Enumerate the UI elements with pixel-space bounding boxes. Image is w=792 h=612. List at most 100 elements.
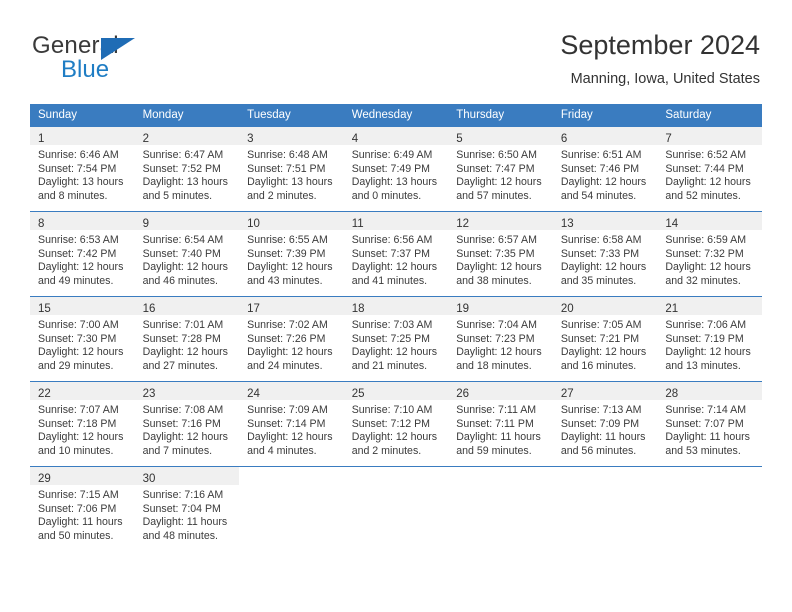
day-cell[interactable]: 26 Sunrise: 7:11 AM Sunset: 7:11 PM Dayl…	[448, 381, 553, 467]
day-number: 7	[665, 133, 672, 145]
day-cell[interactable]: 29 Sunrise: 7:15 AM Sunset: 7:06 PM Dayl…	[30, 466, 135, 551]
sunset-text: Sunset: 7:07 PM	[665, 417, 744, 430]
weekday-header-row: Sunday Monday Tuesday Wednesday Thursday…	[30, 104, 762, 127]
day-cell[interactable]: 19 Sunrise: 7:04 AM Sunset: 7:23 PM Dayl…	[448, 296, 553, 382]
day-number: 27	[560, 388, 574, 400]
day-cell[interactable]: 21 Sunrise: 7:06 AM Sunset: 7:19 PM Dayl…	[657, 296, 762, 382]
day-cell[interactable]: 24 Sunrise: 7:09 AM Sunset: 7:14 PM Dayl…	[239, 381, 344, 467]
sunrise-text: Sunrise: 7:01 AM	[142, 319, 224, 331]
day-cell[interactable]: 17 Sunrise: 7:02 AM Sunset: 7:26 PM Dayl…	[239, 296, 344, 382]
daylight-text-line1: Daylight: 13 hours	[38, 176, 124, 189]
day-cell[interactable]: 3 Sunrise: 6:48 AM Sunset: 7:51 PM Dayli…	[239, 126, 344, 212]
day-number-band: 16	[134, 297, 240, 315]
sunrise-text: Sunrise: 7:10 AM	[351, 404, 433, 416]
day-cell[interactable]: 13 Sunrise: 6:58 AM Sunset: 7:33 PM Dayl…	[552, 211, 658, 297]
daylight-text-line2: and 16 minutes.	[560, 359, 637, 372]
day-cell[interactable]: 8 Sunrise: 6:53 AM Sunset: 7:42 PM Dayli…	[30, 211, 135, 297]
day-number-band	[343, 467, 449, 485]
sunset-text: Sunset: 7:52 PM	[142, 162, 221, 175]
day-cell[interactable]: 10 Sunrise: 6:55 AM Sunset: 7:39 PM Dayl…	[239, 211, 344, 297]
day-cell[interactable]: 27 Sunrise: 7:13 AM Sunset: 7:09 PM Dayl…	[552, 381, 658, 467]
day-cell[interactable]: 28 Sunrise: 7:14 AM Sunset: 7:07 PM Dayl…	[657, 381, 762, 467]
sunset-text: Sunset: 7:09 PM	[560, 417, 640, 430]
day-cell[interactable]: 18 Sunrise: 7:03 AM Sunset: 7:25 PM Dayl…	[343, 296, 449, 382]
day-cell[interactable]: 11 Sunrise: 6:56 AM Sunset: 7:37 PM Dayl…	[343, 211, 449, 297]
day-number: 29	[38, 473, 51, 485]
calendar-page: General Blue September 2024 Manning, Iow…	[0, 0, 792, 612]
daylight-text-line1: Daylight: 11 hours	[560, 431, 646, 444]
sunrise-text: Sunrise: 7:02 AM	[247, 319, 328, 331]
daylight-text-line2: and 52 minutes.	[665, 189, 741, 202]
day-number-band	[552, 467, 658, 485]
daylight-text-line2: and 5 minutes.	[142, 189, 213, 202]
sunset-text: Sunset: 7:51 PM	[247, 162, 326, 175]
day-details: Sunrise: 6:59 AM Sunset: 7:32 PM Dayligh…	[657, 230, 762, 288]
day-cell[interactable]: 6 Sunrise: 6:51 AM Sunset: 7:46 PM Dayli…	[552, 126, 658, 212]
sunset-text: Sunset: 7:19 PM	[665, 332, 744, 345]
sunrise-text: Sunrise: 7:14 AM	[665, 404, 747, 416]
week-row: 8 Sunrise: 6:53 AM Sunset: 7:42 PM Dayli…	[30, 211, 762, 297]
weekday-header-sunday: Sunday	[30, 104, 135, 127]
daylight-text-line1: Daylight: 11 hours	[38, 516, 123, 529]
sunset-text: Sunset: 7:23 PM	[456, 332, 535, 345]
day-details: Sunrise: 7:11 AM Sunset: 7:11 PM Dayligh…	[448, 400, 553, 458]
day-details: Sunrise: 6:51 AM Sunset: 7:46 PM Dayligh…	[553, 145, 658, 203]
sunrise-text: Sunrise: 7:07 AM	[38, 404, 119, 416]
daylight-text-line1: Daylight: 12 hours	[38, 261, 124, 274]
day-details: Sunrise: 6:53 AM Sunset: 7:42 PM Dayligh…	[30, 230, 135, 288]
sunset-text: Sunset: 7:06 PM	[38, 502, 117, 515]
sunset-text: Sunset: 7:26 PM	[247, 332, 326, 345]
day-cell[interactable]: 15 Sunrise: 7:00 AM Sunset: 7:30 PM Dayl…	[30, 296, 135, 382]
daylight-text-line2: and 53 minutes.	[665, 444, 741, 457]
day-cell[interactable]: 25 Sunrise: 7:10 AM Sunset: 7:12 PM Dayl…	[343, 381, 449, 467]
daylight-text-line1: Daylight: 12 hours	[351, 346, 438, 359]
day-number-band: 13	[552, 212, 658, 230]
daylight-text-line1: Daylight: 13 hours	[142, 176, 228, 189]
day-cell[interactable]: 16 Sunrise: 7:01 AM Sunset: 7:28 PM Dayl…	[134, 296, 240, 382]
sunrise-text: Sunrise: 7:08 AM	[142, 404, 224, 416]
daylight-text-line2: and 35 minutes.	[560, 274, 637, 287]
daylight-text-line2: and 10 minutes.	[38, 444, 114, 457]
daylight-text-line2: and 8 minutes.	[38, 189, 108, 202]
day-number: 6	[560, 133, 568, 145]
day-cell[interactable]: 23 Sunrise: 7:08 AM Sunset: 7:16 PM Dayl…	[134, 381, 240, 467]
day-number-band: 21	[657, 297, 762, 315]
day-details: Sunrise: 7:13 AM Sunset: 7:09 PM Dayligh…	[553, 400, 658, 458]
daylight-text-line2: and 54 minutes.	[560, 189, 637, 202]
day-cell[interactable]: 14 Sunrise: 6:59 AM Sunset: 7:32 PM Dayl…	[657, 211, 762, 297]
day-cell[interactable]: 2 Sunrise: 6:47 AM Sunset: 7:52 PM Dayli…	[134, 126, 240, 212]
day-details: Sunrise: 6:52 AM Sunset: 7:44 PM Dayligh…	[657, 145, 762, 203]
day-number: 21	[665, 303, 679, 315]
daylight-text-line1: Daylight: 12 hours	[665, 176, 751, 189]
week-row: 15 Sunrise: 7:00 AM Sunset: 7:30 PM Dayl…	[30, 296, 762, 382]
sunrise-text: Sunrise: 6:53 AM	[38, 234, 119, 246]
day-cell-empty	[239, 466, 344, 551]
day-cell[interactable]: 22 Sunrise: 7:07 AM Sunset: 7:18 PM Dayl…	[30, 381, 135, 467]
day-cell[interactable]: 4 Sunrise: 6:49 AM Sunset: 7:49 PM Dayli…	[343, 126, 449, 212]
day-cell[interactable]: 7 Sunrise: 6:52 AM Sunset: 7:44 PM Dayli…	[657, 126, 762, 212]
day-number: 8	[38, 218, 45, 230]
daylight-text-line2: and 4 minutes.	[247, 444, 317, 457]
day-details: Sunrise: 7:02 AM Sunset: 7:26 PM Dayligh…	[239, 315, 344, 373]
day-number: 11	[351, 218, 364, 230]
sunrise-text: Sunrise: 6:52 AM	[665, 149, 747, 161]
day-number-band: 19	[448, 297, 553, 315]
daylight-text-line2: and 29 minutes.	[38, 359, 114, 372]
sunset-text: Sunset: 7:04 PM	[142, 502, 221, 515]
sunrise-text: Sunrise: 6:56 AM	[351, 234, 433, 246]
sunset-text: Sunset: 7:37 PM	[351, 247, 431, 260]
day-cell[interactable]: 30 Sunrise: 7:16 AM Sunset: 7:04 PM Dayl…	[134, 466, 240, 551]
day-cell[interactable]: 1 Sunrise: 6:46 AM Sunset: 7:54 PM Dayli…	[30, 126, 135, 212]
day-number: 18	[351, 303, 365, 315]
day-number-band: 9	[134, 212, 240, 230]
day-number: 13	[560, 218, 574, 230]
page-subtitle-location: Manning, Iowa, United States	[570, 71, 760, 87]
day-cell[interactable]: 9 Sunrise: 6:54 AM Sunset: 7:40 PM Dayli…	[134, 211, 240, 297]
sunrise-text: Sunrise: 7:00 AM	[38, 319, 119, 331]
day-cell[interactable]: 20 Sunrise: 7:05 AM Sunset: 7:21 PM Dayl…	[552, 296, 658, 382]
day-number-band: 30	[134, 467, 240, 485]
day-cell[interactable]: 12 Sunrise: 6:57 AM Sunset: 7:35 PM Dayl…	[448, 211, 553, 297]
daylight-text-line2: and 46 minutes.	[142, 274, 218, 287]
day-cell[interactable]: 5 Sunrise: 6:50 AM Sunset: 7:47 PM Dayli…	[448, 126, 553, 212]
sunset-text: Sunset: 7:32 PM	[665, 247, 744, 260]
